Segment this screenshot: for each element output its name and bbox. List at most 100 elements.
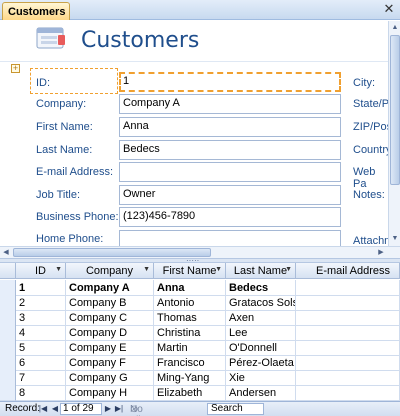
cell-id[interactable]: 3	[16, 310, 66, 326]
cell-company[interactable]: Company F	[66, 355, 154, 371]
cell-id[interactable]: 1	[16, 280, 66, 296]
chevron-down-icon[interactable]: ▼	[285, 266, 292, 273]
cell-id[interactable]: 5	[16, 340, 66, 356]
cell-email[interactable]	[296, 355, 400, 371]
cell-first[interactable]: Christina	[154, 325, 226, 341]
job-title-field[interactable]: Owner	[119, 185, 341, 205]
row-selector[interactable]	[0, 280, 16, 296]
cell-first[interactable]: Anna	[154, 280, 226, 296]
cell-last[interactable]: Bedecs	[226, 280, 296, 296]
scroll-down-icon[interactable]: ▼	[390, 233, 400, 245]
cell-email[interactable]	[296, 280, 400, 296]
column-header-first-name[interactable]: First Name ▼	[154, 263, 226, 279]
form-horizontal-scrollbar[interactable]: ◀ ▶	[0, 246, 400, 258]
row-selector[interactable]	[0, 310, 16, 326]
row-selector[interactable]	[0, 355, 16, 371]
form-header: Customers	[0, 21, 388, 61]
cell-email[interactable]	[296, 325, 400, 341]
cell-company[interactable]: Company G	[66, 370, 154, 386]
tab-customers-label: Customers	[8, 6, 66, 18]
cell-last[interactable]: Pérez-Olaeta	[226, 355, 296, 371]
home-phone-label: Home Phone:	[36, 233, 104, 245]
job-title-label: Job Title:	[36, 189, 81, 201]
row-selector[interactable]	[0, 385, 16, 401]
customers-datasheet: ID ▼ Company ▼ First Name ▼ Last Name ▼ E-ma…	[0, 263, 400, 401]
zip-label: ZIP/Pos	[353, 121, 388, 133]
column-header-company-label: Company	[85, 265, 134, 277]
id-field[interactable]: 1	[119, 72, 341, 92]
last-name-field[interactable]: Bedecs	[119, 140, 341, 160]
cell-last[interactable]: Andersen	[226, 385, 296, 401]
record-selector-icon[interactable]: +	[11, 64, 20, 73]
last-record-icon[interactable]: ▶|	[114, 403, 124, 415]
attachments-label: Attachm	[353, 235, 388, 246]
current-record-input[interactable]: 1 of 29	[60, 403, 102, 415]
previous-record-icon[interactable]: ◀	[50, 403, 60, 415]
cell-last[interactable]: Lee	[226, 325, 296, 341]
cell-email[interactable]	[296, 370, 400, 386]
column-header-company[interactable]: Company ▼	[66, 263, 154, 279]
row-selector[interactable]	[0, 340, 16, 356]
cell-first[interactable]: Ming-Yang	[154, 370, 226, 386]
cell-email[interactable]	[296, 310, 400, 326]
tab-customers[interactable]: Customers	[2, 2, 70, 20]
row-selector[interactable]	[0, 325, 16, 341]
cell-first[interactable]: Martin	[154, 340, 226, 356]
first-record-icon[interactable]: |◀	[38, 403, 48, 415]
cell-first[interactable]: Elizabeth	[154, 385, 226, 401]
company-label: Company:	[36, 98, 87, 110]
row-selector[interactable]	[0, 370, 16, 386]
column-header-id[interactable]: ID ▼	[16, 263, 66, 279]
chevron-down-icon[interactable]: ▼	[143, 266, 150, 273]
scroll-left-icon[interactable]: ◀	[0, 247, 12, 258]
first-name-field[interactable]: Anna	[119, 117, 341, 137]
close-icon[interactable]: ✕	[382, 2, 396, 16]
cell-first[interactable]: Francisco	[154, 355, 226, 371]
state-label: State/Pro	[353, 98, 388, 110]
cell-id[interactable]: 2	[16, 295, 66, 311]
cell-email[interactable]	[296, 340, 400, 356]
country-label: Country	[353, 144, 388, 156]
next-record-icon[interactable]: ▶	[103, 403, 113, 415]
cell-last[interactable]: Xie	[226, 370, 296, 386]
cell-company[interactable]: Company H	[66, 385, 154, 401]
cell-first[interactable]: Thomas	[154, 310, 226, 326]
column-header-first-name-label: First Name	[162, 265, 217, 277]
cell-last[interactable]: Axen	[226, 310, 296, 326]
cell-company[interactable]: Company D	[66, 325, 154, 341]
column-header-email-label: E-mail Address	[316, 265, 390, 277]
cell-company[interactable]: Company C	[66, 310, 154, 326]
cell-id[interactable]: 8	[16, 385, 66, 401]
business-phone-field[interactable]: (123)456-7890	[119, 207, 341, 227]
cell-company[interactable]: Company A	[66, 280, 154, 296]
form-vertical-scrollbar[interactable]: ▲ ▼	[388, 21, 400, 246]
email-label: E-mail Address:	[36, 166, 114, 178]
cell-company[interactable]: Company E	[66, 340, 154, 356]
chevron-down-icon[interactable]: ▼	[215, 266, 222, 273]
chevron-down-icon[interactable]: ▼	[55, 266, 62, 273]
column-header-last-name[interactable]: Last Name ▼	[226, 263, 296, 279]
last-name-label: Last Name:	[36, 144, 93, 156]
horizontal-scroll-thumb[interactable]	[13, 248, 211, 257]
page-title: Customers	[81, 28, 200, 53]
email-field[interactable]	[119, 162, 341, 182]
cell-company[interactable]: Company B	[66, 295, 154, 311]
row-selector[interactable]	[0, 295, 16, 311]
search-input[interactable]: Search	[207, 403, 264, 415]
select-all-corner[interactable]	[0, 263, 16, 279]
column-header-email[interactable]: E-mail Address	[296, 263, 400, 279]
scroll-right-icon[interactable]: ▶	[375, 247, 387, 258]
company-field[interactable]: Company A	[119, 94, 341, 114]
cell-email[interactable]	[296, 385, 400, 401]
cell-id[interactable]: 6	[16, 355, 66, 371]
cell-last[interactable]: O'Donnell	[226, 340, 296, 356]
cell-id[interactable]: 4	[16, 325, 66, 341]
web-page-label: Web Pa	[353, 166, 376, 190]
cell-email[interactable]	[296, 295, 400, 311]
cell-last[interactable]: Gratacos Solso	[226, 295, 296, 311]
cell-id[interactable]: 7	[16, 370, 66, 386]
cell-first[interactable]: Antonio	[154, 295, 226, 311]
vertical-scroll-thumb[interactable]	[390, 35, 400, 185]
home-phone-field[interactable]	[119, 230, 341, 246]
scroll-up-icon[interactable]: ▲	[390, 22, 400, 34]
